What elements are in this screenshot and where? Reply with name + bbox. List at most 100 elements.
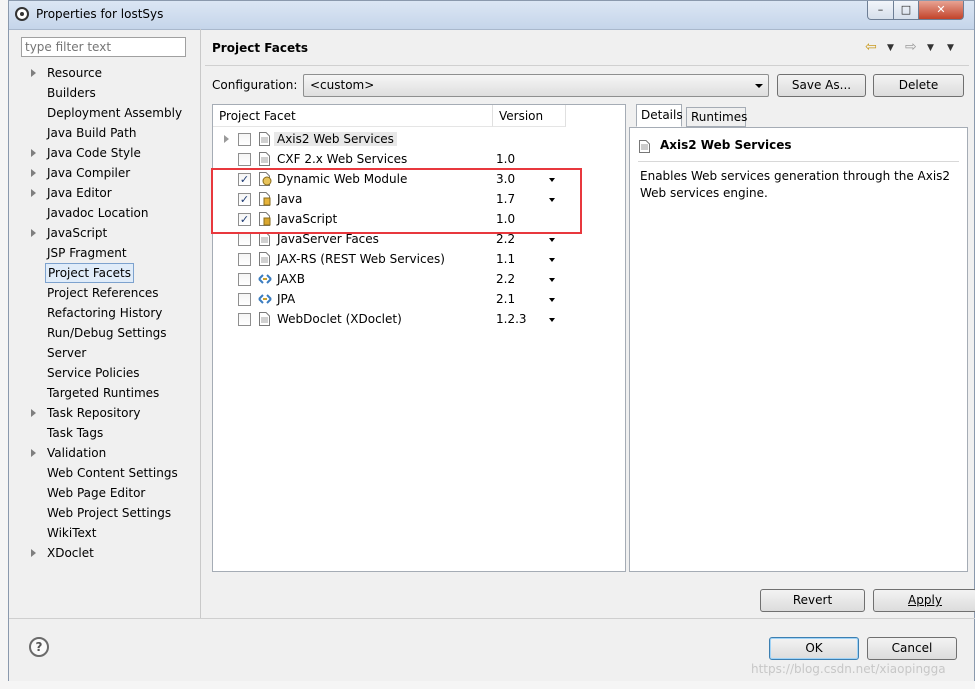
sidebar-item-label: Task Tags [47, 426, 104, 440]
column-header-version[interactable]: Version [493, 105, 566, 127]
table-row[interactable]: JAX-RS (REST Web Services) 1.1 [213, 249, 625, 269]
facet-checkbox[interactable] [238, 273, 251, 286]
apply-label: Apply [908, 593, 942, 607]
facet-name: CXF 2.x Web Services [277, 152, 408, 166]
watermark-text: https://blog.csdn.net/xiaopingga [751, 662, 946, 676]
facet-name: JAX-RS (REST Web Services) [277, 252, 445, 266]
jpa-icon [258, 294, 272, 304]
details-description: Enables Web services generation through … [640, 169, 951, 200]
header-divider [205, 65, 969, 66]
chevron-down-icon[interactable] [549, 318, 555, 322]
highlight-annotation-box [211, 168, 582, 234]
background-strip [0, 0, 8, 689]
cancel-button[interactable]: Cancel [867, 637, 957, 660]
sidebar-item-label: Service Policies [47, 366, 140, 380]
table-row[interactable]: JAXB 2.2 [213, 269, 625, 289]
jaxb-icon [258, 274, 272, 284]
expand-arrow-icon[interactable] [31, 449, 36, 457]
sidebar-item-label: JavaScript [47, 226, 108, 240]
sidebar-item-label: Server [47, 346, 87, 360]
facet-name: JAXB [277, 272, 305, 286]
chevron-down-icon[interactable] [549, 258, 555, 262]
title-bar[interactable]: Properties for lostSys – □ ✕ [9, 1, 974, 30]
expand-arrow-icon[interactable] [31, 189, 36, 197]
sidebar-item-label: Builders [47, 86, 96, 100]
facet-version: 2.2 [496, 272, 516, 286]
sidebar-item-label: Validation [47, 446, 107, 460]
save-as-button[interactable]: Save As... [777, 74, 866, 97]
properties-dialog: Properties for lostSys – □ ✕ Resource Bui… [8, 0, 975, 689]
forward-arrow-icon[interactable]: ⇨ [905, 39, 917, 55]
details-panel: Axis2 Web Services Enables Web services … [629, 127, 968, 572]
sidebar-item-label: Deployment Assembly [47, 106, 183, 120]
expand-arrow-icon[interactable] [224, 135, 229, 143]
sidebar-item-label: Web Page Editor [47, 486, 146, 500]
sidebar-item-label: Resource [47, 66, 103, 80]
page-icon [259, 152, 270, 166]
facet-checkbox[interactable] [238, 253, 251, 266]
facet-checkbox[interactable] [238, 293, 251, 306]
chevron-down-icon[interactable] [549, 278, 555, 282]
facet-name: JPA [277, 292, 296, 306]
tab-details[interactable]: Details [636, 104, 683, 127]
details-divider [638, 161, 959, 162]
revert-button[interactable]: Revert [760, 589, 865, 612]
sidebar-item-label: Java Build Path [47, 126, 137, 140]
sidebar-item-label: Targeted Runtimes [47, 386, 160, 400]
facet-version: 2.2 [496, 232, 516, 246]
facet-name: WebDoclet (XDoclet) [277, 312, 402, 326]
sidebar-item-label: Refactoring History [47, 306, 163, 320]
configuration-select[interactable]: <custom> [303, 74, 769, 97]
expand-arrow-icon[interactable] [31, 169, 36, 177]
sidebar-item-label: Task Repository [47, 406, 141, 420]
sidebar-item-label: Java Compiler [47, 166, 131, 180]
filter-input[interactable] [21, 37, 186, 57]
chevron-down-icon[interactable] [549, 298, 555, 302]
expand-arrow-icon[interactable] [31, 549, 36, 557]
table-row[interactable]: CXF 2.x Web Services 1.0 [213, 149, 625, 169]
configuration-label: Configuration: [212, 78, 298, 92]
table-row[interactable]: Axis2 Web Services [213, 129, 625, 149]
sidebar-item-label: XDoclet [47, 546, 94, 560]
apply-button[interactable]: Apply [873, 589, 975, 612]
page-title: Project Facets [212, 41, 308, 55]
sidebar-item-label: Java Code Style [47, 146, 141, 160]
chevron-down-icon [755, 84, 763, 88]
back-arrow-icon[interactable]: ⇦ [865, 39, 877, 55]
facet-version: 1.0 [496, 152, 516, 166]
view-menu-icon[interactable]: ▼ [947, 43, 954, 53]
table-row[interactable]: WebDoclet (XDoclet) 1.2.3 [213, 309, 625, 329]
expand-arrow-icon[interactable] [31, 229, 36, 237]
expand-arrow-icon[interactable] [31, 69, 36, 77]
facet-version: 1.2.3 [496, 312, 527, 326]
facet-checkbox[interactable] [238, 133, 251, 146]
chevron-down-icon[interactable] [549, 238, 555, 242]
facet-checkbox[interactable] [238, 233, 251, 246]
expand-arrow-icon[interactable] [31, 409, 36, 417]
page-icon [259, 232, 270, 246]
eclipse-icon [15, 7, 29, 21]
back-dropdown-icon[interactable]: ▼ [887, 43, 894, 53]
close-button[interactable]: ✕ [918, 1, 964, 20]
sidebar-item-label: Java Editor [47, 186, 112, 200]
expand-arrow-icon[interactable] [31, 149, 36, 157]
column-header-facet[interactable]: Project Facet [213, 105, 493, 127]
sidebar-item-label: Web Content Settings [47, 466, 178, 480]
delete-button[interactable]: Delete [873, 74, 964, 97]
table-row[interactable]: JPA 2.1 [213, 289, 625, 309]
facet-version: 1.1 [496, 252, 516, 266]
help-icon[interactable]: ? [29, 637, 49, 657]
sidebar-item-label: Project Facets [45, 263, 134, 283]
ok-button[interactable]: OK [769, 637, 859, 660]
page-icon [259, 252, 270, 266]
configuration-value: <custom> [310, 78, 375, 92]
page-icon [639, 140, 650, 153]
tab-runtimes[interactable]: Runtimes [686, 107, 747, 127]
maximize-button[interactable]: □ [893, 1, 919, 20]
minimize-button[interactable]: – [867, 1, 894, 20]
sash-divider[interactable] [200, 29, 201, 618]
sidebar-item-label: Javadoc Location [47, 206, 149, 220]
facet-checkbox[interactable] [238, 153, 251, 166]
facet-checkbox[interactable] [238, 313, 251, 326]
forward-dropdown-icon[interactable]: ▼ [927, 43, 934, 53]
